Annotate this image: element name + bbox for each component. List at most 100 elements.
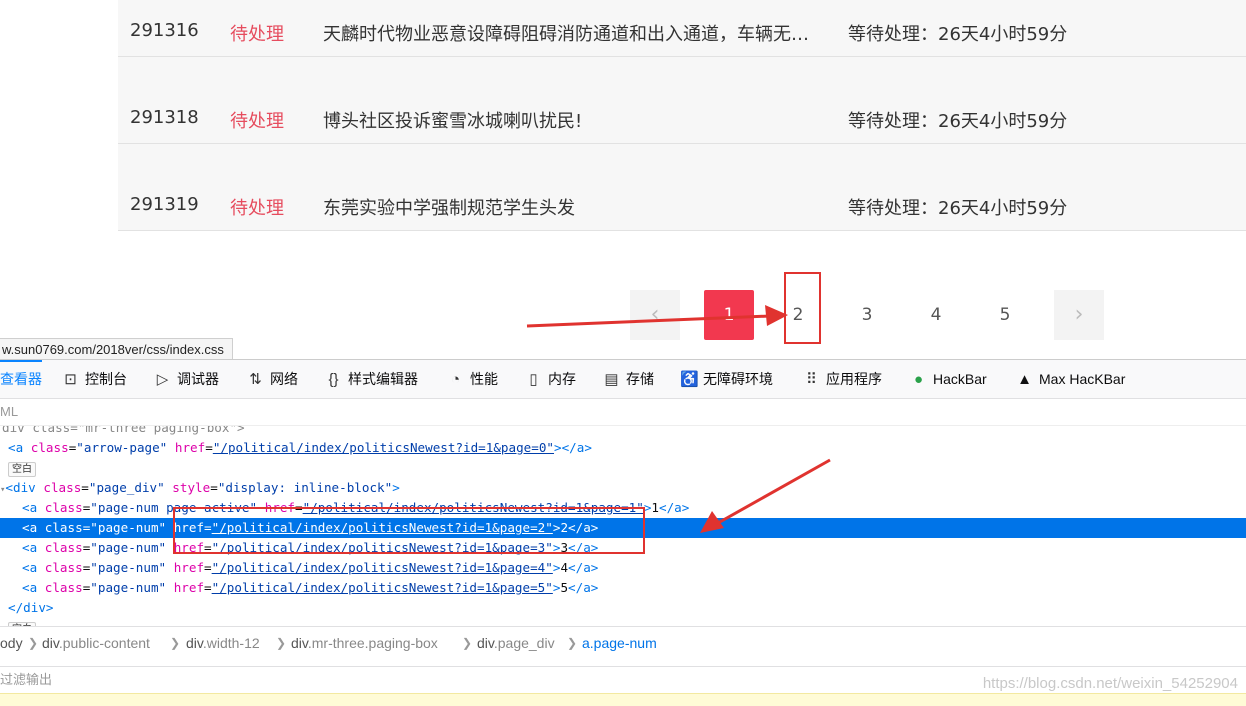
debugger-icon: ▷ — [156, 371, 169, 388]
link-text: 4 — [560, 560, 569, 575]
tab-max-hackbar-label: Max HacKBar — [1039, 371, 1126, 387]
tab-network[interactable]: ⇅ 网络 — [247, 360, 298, 398]
markup-line-page-num-4[interactable]: <a class="page-num" href="/political/ind… — [0, 558, 1246, 578]
tag-close: </div> — [8, 600, 54, 615]
tab-console[interactable]: ⊡ 控制台 — [62, 360, 127, 398]
href-link[interactable]: "/political/index/politicsNewest?id=1&pa… — [213, 440, 554, 455]
tag-open: <a — [8, 440, 24, 455]
breadcrumb-item[interactable]: ody — [0, 627, 23, 659]
item-id: 291319 — [130, 194, 199, 215]
tab-application-label: 应用程序 — [826, 371, 882, 387]
breadcrumb-item[interactable]: div.page_div — [477, 627, 555, 659]
link-text: 1 — [651, 500, 660, 515]
page-5-button[interactable]: 5 — [980, 290, 1030, 340]
tab-application[interactable]: ⠿ 应用程序 — [803, 360, 882, 398]
class-value: "page-num" — [90, 560, 167, 575]
chevron-right-icon: ❯ — [276, 636, 287, 650]
item-title-link[interactable]: 天麟时代物业恶意设障碍阻碍消防通道和出入通道，车辆无法… — [323, 20, 818, 46]
tab-performance-label: 性能 — [470, 371, 498, 387]
breadcrumb-item[interactable]: div.mr-three.paging-box — [291, 627, 438, 659]
page-1-button[interactable]: 1 — [704, 290, 754, 340]
item-title-link[interactable]: 东莞实验中学强制规范学生头发 — [323, 194, 818, 220]
annotation-box-page-2 — [784, 272, 821, 344]
class-value: "page-num" — [90, 580, 167, 595]
markup-line-close-div[interactable]: </div> — [0, 598, 1246, 618]
chevron-right-icon: › — [1074, 302, 1084, 327]
application-icon: ⠿ — [806, 371, 817, 388]
network-icon: ⇅ — [249, 371, 262, 388]
tab-memory-label: 内存 — [548, 371, 576, 387]
item-id: 291316 — [130, 20, 199, 41]
list-item[interactable]: 291316 待处理 天麟时代物业恶意设障碍阻碍消防通道和出入通道，车辆无法… … — [118, 0, 1246, 57]
class-value: "page-num" — [90, 520, 167, 535]
style-value: "display: inline-block" — [217, 480, 393, 495]
prev-page-button[interactable]: ‹ — [630, 290, 680, 340]
status-badge: 待处理 — [230, 24, 284, 45]
next-page-button[interactable]: › — [1054, 290, 1104, 340]
markup-line-partial: div class="mr-three paging-box"> — [2, 426, 245, 435]
tab-max-hackbar[interactable]: ▲ Max HacKBar — [1016, 360, 1125, 398]
markup-line-page-num-5[interactable]: <a class="page-num" href="/political/ind… — [0, 578, 1246, 598]
breadcrumb-item[interactable]: div.width-12 — [186, 627, 260, 659]
storage-icon: ▤ — [604, 371, 619, 388]
class-value: "page_div" — [88, 480, 165, 495]
markup-line-arrow-page[interactable]: <a class="arrow-page" href="/political/i… — [0, 438, 1246, 458]
markup-line-whitespace: 空白 — [0, 618, 1246, 626]
breadcrumb-item[interactable]: div.public-content — [42, 627, 150, 659]
html-search-input[interactable]: ML — [0, 399, 1246, 426]
tab-style-editor[interactable]: {} 样式编辑器 — [325, 360, 418, 398]
status-badge: 待处理 — [230, 198, 284, 219]
wait-time: 等待处理：26天4小时59分 — [848, 111, 1068, 132]
list-item[interactable]: 291318 待处理 博头社区投诉蜜雪冰城喇叭扰民! 等待处理：26天4小时59… — [118, 57, 1246, 144]
tag-end: ></a> — [554, 440, 592, 455]
link-text: 5 — [560, 580, 569, 595]
page-3-button[interactable]: 3 — [842, 290, 892, 340]
tab-storage[interactable]: ▤ 存储 — [603, 360, 654, 398]
class-value: "arrow-page" — [76, 440, 168, 455]
href-link[interactable]: "/political/index/politicsNewest?id=1&pa… — [212, 560, 553, 575]
page-4-button[interactable]: 4 — [911, 290, 961, 340]
complaint-list: 291316 待处理 天麟时代物业恶意设障碍阻碍消防通道和出入通道，车辆无法… … — [118, 0, 1246, 231]
tab-performance[interactable]: ◔ 性能 — [447, 360, 498, 398]
tab-hackbar[interactable]: ● HackBar — [910, 360, 987, 398]
tab-debugger-label: 调试器 — [177, 371, 219, 387]
max-hackbar-icon: ▲ — [1017, 371, 1032, 388]
console-icon: ⊡ — [64, 371, 77, 388]
status-url-tooltip: w.sun0769.com/2018ver/css/index.css — [0, 338, 233, 361]
item-title-link[interactable]: 博头社区投诉蜜雪冰城喇叭扰民! — [323, 107, 818, 133]
tag-open: <div — [5, 480, 36, 495]
tab-memory[interactable]: ▯ 内存 — [525, 360, 576, 398]
tab-console-label: 控制台 — [85, 371, 127, 387]
chevron-right-icon: ❯ — [170, 636, 181, 650]
list-item[interactable]: 291319 待处理 东莞实验中学强制规范学生头发 等待处理：26天4小时59分 — [118, 144, 1246, 231]
breadcrumb-item-selected[interactable]: a.page-num — [582, 627, 657, 659]
tab-inspector[interactable]: 查看器 — [0, 360, 42, 398]
tab-hackbar-label: HackBar — [933, 371, 987, 387]
whitespace-badge[interactable]: 空白 — [8, 462, 36, 477]
accessibility-icon: ♿ — [680, 371, 699, 388]
tab-accessibility-label: 无障碍环境 — [703, 371, 773, 387]
tab-style-editor-label: 样式编辑器 — [348, 371, 418, 387]
wait-time: 等待处理：26天4小时59分 — [848, 24, 1068, 45]
devtools-toolbar: 查看器 ⊡ 控制台 ▷ 调试器 ⇅ 网络 {} 样式编辑器 ◔ 性能 ▯ 内存 ▤ 存储 ♿ 无… — [0, 360, 1246, 399]
hackbar-icon: ● — [913, 371, 924, 388]
wait-time: 等待处理：26天4小时59分 — [848, 198, 1068, 219]
chevron-right-icon: ❯ — [28, 636, 39, 650]
performance-icon: ◔ — [450, 371, 461, 388]
chevron-right-icon: ❯ — [462, 636, 473, 650]
breadcrumb: ody ❯ div.public-content ❯ div.width-12 … — [0, 626, 1246, 659]
href-link[interactable]: "/political/index/politicsNewest?id=1&pa… — [212, 580, 553, 595]
memory-icon: ▯ — [529, 371, 538, 388]
class-value: "page-num" — [90, 540, 167, 555]
tab-storage-label: 存储 — [626, 371, 654, 387]
markup-line-page-div[interactable]: ▾<div class="page_div" style="display: i… — [0, 478, 1246, 498]
tab-debugger[interactable]: ▷ 调试器 — [154, 360, 219, 398]
tab-network-label: 网络 — [270, 371, 298, 387]
chevron-right-icon: ❯ — [567, 636, 578, 650]
annotation-box-href — [173, 507, 645, 554]
tag-end: > — [392, 480, 400, 495]
console-message-strip — [0, 693, 1246, 706]
watermark: https://blog.csdn.net/weixin_54252904 — [982, 675, 1238, 692]
status-badge: 待处理 — [230, 111, 284, 132]
tab-accessibility[interactable]: ♿ 无障碍环境 — [680, 360, 773, 398]
